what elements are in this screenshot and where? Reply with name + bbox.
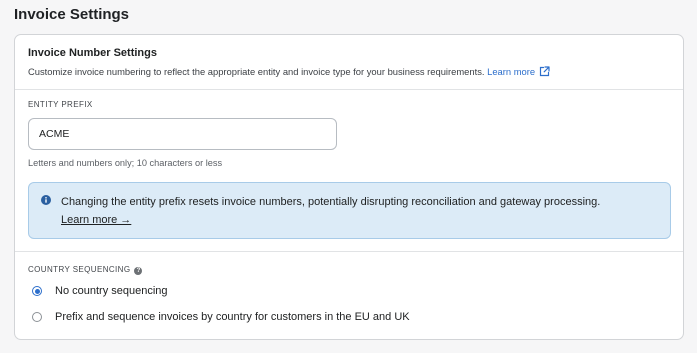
radio-label: Prefix and sequence invoices by country …: [55, 311, 410, 323]
entity-prefix-label: ENTITY PREFIX: [28, 100, 93, 109]
learn-more-link[interactable]: Learn more: [487, 66, 550, 77]
card-title: Invoice Number Settings: [28, 47, 157, 59]
country-sequencing-section: COUNTRY SEQUENCING? No country sequencin…: [15, 252, 683, 340]
card-description: Customize invoice numbering to reflect t…: [28, 66, 550, 77]
learn-more-link-label: Learn more: [487, 66, 536, 77]
radio-prefix-by-country[interactable]: Prefix and sequence invoices by country …: [32, 311, 410, 323]
help-icon[interactable]: ?: [134, 267, 143, 275]
radio-no-country-sequencing[interactable]: No country sequencing: [32, 285, 168, 297]
country-sequencing-label: COUNTRY SEQUENCING?: [28, 265, 143, 275]
radio-button[interactable]: [32, 312, 42, 322]
radio-button-selected[interactable]: [32, 286, 42, 296]
radio-label: No country sequencing: [55, 285, 168, 297]
entity-prefix-section: ENTITY PREFIX Letters and numbers only; …: [15, 90, 683, 252]
page-title: Invoice Settings: [14, 6, 130, 23]
invoice-number-settings-card: Invoice Number Settings Customize invoic…: [14, 34, 684, 340]
country-sequencing-label-text: COUNTRY SEQUENCING: [28, 265, 131, 274]
prefix-warning-banner: Changing the entity prefix resets invoic…: [28, 182, 671, 239]
banner-message: Changing the entity prefix resets invoic…: [61, 196, 601, 208]
card-header: Invoice Number Settings Customize invoic…: [15, 35, 683, 90]
entity-prefix-help: Letters and numbers only; 10 characters …: [28, 158, 223, 168]
entity-prefix-input[interactable]: [28, 118, 337, 150]
info-icon: [41, 195, 51, 205]
external-link-icon: [539, 66, 550, 77]
banner-learn-more-link[interactable]: Learn more →: [61, 214, 131, 226]
card-description-text: Customize invoice numbering to reflect t…: [28, 66, 485, 77]
